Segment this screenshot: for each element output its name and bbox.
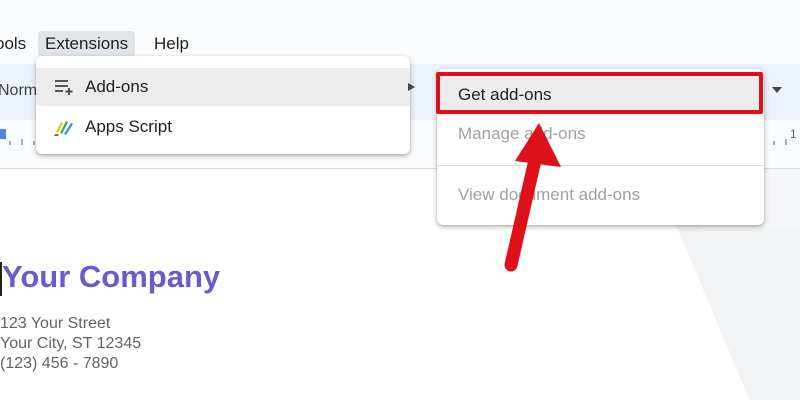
submenu-arrow-icon [408,83,415,91]
menu-tools[interactable]: ools [0,31,33,57]
add-ons-label: Add-ons [85,77,149,96]
paragraph-style-select[interactable]: Norm [0,82,37,100]
ruler-number: 1 [790,127,797,141]
extensions-menu: Add-ons Apps Script [36,56,415,154]
annotation-arrow-icon [504,123,561,272]
menu-extensions[interactable]: Extensions [38,31,136,57]
company-name[interactable]: Your Company [2,259,220,295]
chevron-down-icon[interactable] [772,87,782,93]
apps-script-icon [54,121,73,136]
menu-divider [437,165,764,166]
phone-number[interactable]: (123) 456 - 7890 [0,354,118,374]
apps-script-label: Apps Script [85,117,172,136]
indent-marker[interactable] [0,129,6,139]
highlight-box [436,72,763,114]
menu-item-apps-script[interactable]: Apps Script [36,108,410,146]
address-street[interactable]: 123 Your Street [0,314,110,334]
menu-help[interactable]: Help [147,31,196,57]
menu-item-add-ons[interactable]: Add-ons [36,68,415,106]
address-city[interactable]: Your City, ST 12345 [0,334,141,354]
add-ons-icon [55,80,73,95]
